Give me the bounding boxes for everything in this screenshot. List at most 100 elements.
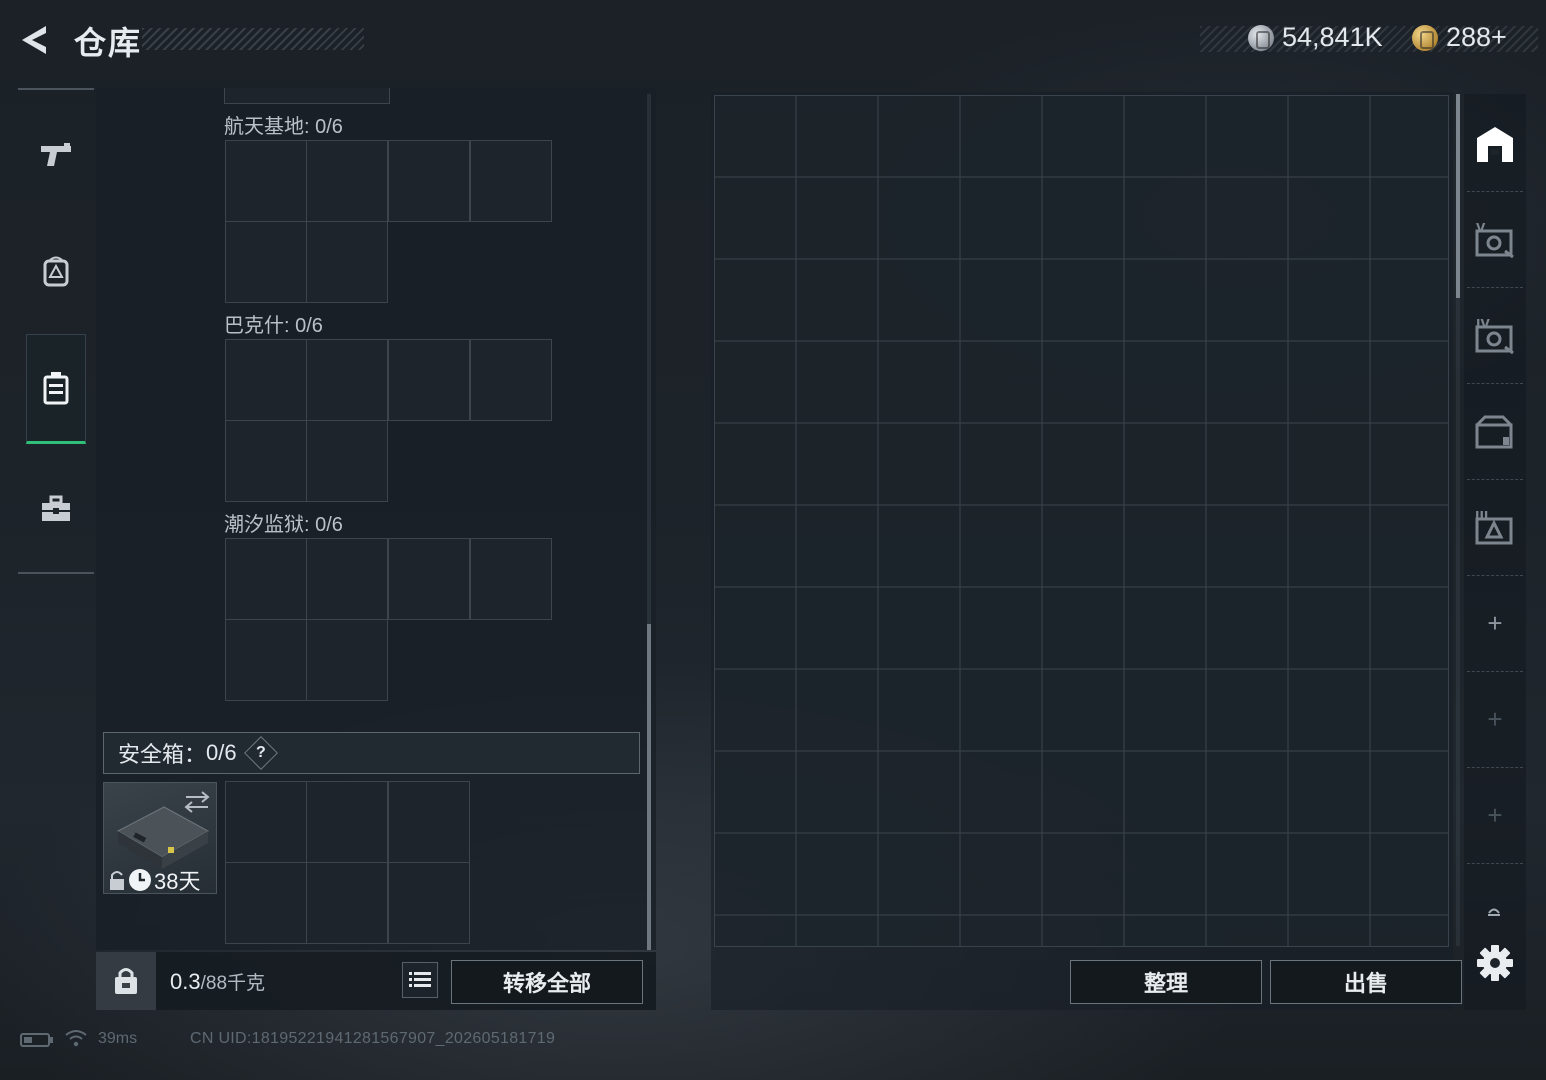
storage-cell[interactable] bbox=[1287, 258, 1371, 342]
storage-cell[interactable] bbox=[1369, 96, 1449, 178]
grid-cell[interactable] bbox=[225, 420, 307, 502]
storage-cell[interactable] bbox=[1123, 750, 1207, 834]
grid-cell[interactable] bbox=[388, 339, 470, 421]
tab-warehouse[interactable] bbox=[1467, 96, 1523, 192]
storage-cell[interactable] bbox=[1287, 832, 1371, 916]
grid-cell[interactable] bbox=[306, 140, 388, 222]
storage-cell[interactable] bbox=[877, 340, 961, 424]
grid-cell[interactable] bbox=[306, 339, 388, 421]
storage-cell[interactable] bbox=[795, 258, 879, 342]
storage-cell[interactable] bbox=[1205, 176, 1289, 260]
storage-cell[interactable] bbox=[1287, 504, 1371, 588]
storage-cell[interactable] bbox=[877, 504, 961, 588]
storage-cell[interactable] bbox=[1205, 750, 1289, 834]
storage-cell[interactable] bbox=[959, 668, 1043, 752]
storage-cell[interactable] bbox=[1369, 258, 1449, 342]
storage-cell[interactable] bbox=[795, 96, 879, 178]
tab-storage-iv[interactable]: IV bbox=[1467, 288, 1523, 384]
storage-cell[interactable] bbox=[1041, 914, 1125, 947]
nav-weapons[interactable] bbox=[26, 100, 86, 210]
storage-cell[interactable] bbox=[1041, 96, 1125, 178]
tab-storage-iii[interactable]: III bbox=[1467, 480, 1523, 576]
storage-cell[interactable] bbox=[1369, 586, 1449, 670]
grid-cell[interactable] bbox=[306, 420, 388, 502]
storage-cell[interactable] bbox=[1123, 96, 1207, 178]
weight-lock-button[interactable] bbox=[96, 952, 156, 1010]
grid-cell[interactable] bbox=[388, 862, 470, 944]
storage-cell[interactable] bbox=[1123, 914, 1207, 947]
grid-cell[interactable] bbox=[306, 619, 388, 701]
storage-cell[interactable] bbox=[795, 750, 879, 834]
storage-cell[interactable] bbox=[959, 504, 1043, 588]
storage-cell[interactable] bbox=[1369, 832, 1449, 916]
list-view-button[interactable] bbox=[402, 962, 438, 998]
storage-cell[interactable] bbox=[877, 668, 961, 752]
storage-cell[interactable] bbox=[1123, 258, 1207, 342]
tab-storage-crate[interactable] bbox=[1467, 384, 1523, 480]
storage-cell[interactable] bbox=[1287, 750, 1371, 834]
nav-toolbox[interactable] bbox=[26, 454, 86, 564]
storage-cell[interactable] bbox=[959, 832, 1043, 916]
storage-cell[interactable] bbox=[715, 668, 797, 752]
storage-cell[interactable] bbox=[715, 914, 797, 947]
storage-cell[interactable] bbox=[877, 750, 961, 834]
storage-cell[interactable] bbox=[959, 176, 1043, 260]
storage-cell[interactable] bbox=[1205, 258, 1289, 342]
storage-cell[interactable] bbox=[715, 832, 797, 916]
storage-cell[interactable] bbox=[1041, 832, 1125, 916]
storage-cell[interactable] bbox=[795, 914, 879, 947]
help-icon[interactable]: ? bbox=[243, 736, 278, 770]
container-scrollbar[interactable] bbox=[647, 94, 651, 950]
storage-cell[interactable] bbox=[959, 340, 1043, 424]
tab-storage-v[interactable]: V bbox=[1467, 192, 1523, 288]
collapse-tabs-button[interactable] bbox=[1486, 904, 1502, 922]
storage-cell[interactable] bbox=[1123, 586, 1207, 670]
storage-cell[interactable] bbox=[959, 258, 1043, 342]
grid-cell[interactable] bbox=[470, 339, 552, 421]
storage-cell[interactable] bbox=[959, 914, 1043, 947]
grid-cell[interactable] bbox=[225, 339, 307, 421]
storage-cell[interactable] bbox=[1287, 914, 1371, 947]
storage-cell[interactable] bbox=[877, 422, 961, 506]
grid-cell[interactable] bbox=[470, 140, 552, 222]
storage-cell[interactable] bbox=[1205, 668, 1289, 752]
transfer-all-button[interactable]: 转移全部 bbox=[451, 960, 643, 1004]
grid-cell[interactable] bbox=[388, 140, 470, 222]
storage-cell[interactable] bbox=[877, 832, 961, 916]
storage-cell[interactable] bbox=[1123, 832, 1207, 916]
storage-cell[interactable] bbox=[877, 258, 961, 342]
storage-cell[interactable] bbox=[715, 258, 797, 342]
storage-cell[interactable] bbox=[715, 96, 797, 178]
storage-cell[interactable] bbox=[1369, 504, 1449, 588]
storage-cell[interactable] bbox=[1287, 422, 1371, 506]
storage-cell[interactable] bbox=[1205, 340, 1289, 424]
grid-cell[interactable] bbox=[225, 619, 307, 701]
grid-cell[interactable] bbox=[388, 538, 470, 620]
storage-cell[interactable] bbox=[1287, 340, 1371, 424]
back-button[interactable] bbox=[16, 20, 56, 60]
storage-cell[interactable] bbox=[1205, 586, 1289, 670]
storage-cell[interactable] bbox=[715, 340, 797, 424]
storage-cell[interactable] bbox=[795, 176, 879, 260]
storage-cell[interactable] bbox=[1205, 504, 1289, 588]
storage-cell[interactable] bbox=[1123, 668, 1207, 752]
storage-cell[interactable] bbox=[1041, 258, 1125, 342]
storage-cell[interactable] bbox=[1369, 340, 1449, 424]
storage-grid[interactable] bbox=[714, 95, 1449, 947]
organize-button[interactable]: 整理 bbox=[1070, 960, 1262, 1004]
storage-cell[interactable] bbox=[1287, 586, 1371, 670]
storage-cell[interactable] bbox=[795, 504, 879, 588]
storage-cell[interactable] bbox=[1369, 422, 1449, 506]
storage-cell[interactable] bbox=[1041, 586, 1125, 670]
storage-cell[interactable] bbox=[1123, 504, 1207, 588]
storage-cell[interactable] bbox=[959, 96, 1043, 178]
storage-cell[interactable] bbox=[1287, 668, 1371, 752]
storage-cell[interactable] bbox=[877, 176, 961, 260]
storage-cell[interactable] bbox=[795, 422, 879, 506]
gold-currency[interactable]: 288+ bbox=[1412, 22, 1507, 53]
tab-add-storage[interactable]: + bbox=[1467, 576, 1523, 672]
storage-cell[interactable] bbox=[1369, 750, 1449, 834]
storage-cell[interactable] bbox=[877, 586, 961, 670]
storage-cell[interactable] bbox=[1287, 176, 1371, 260]
storage-cell[interactable] bbox=[1369, 914, 1449, 947]
